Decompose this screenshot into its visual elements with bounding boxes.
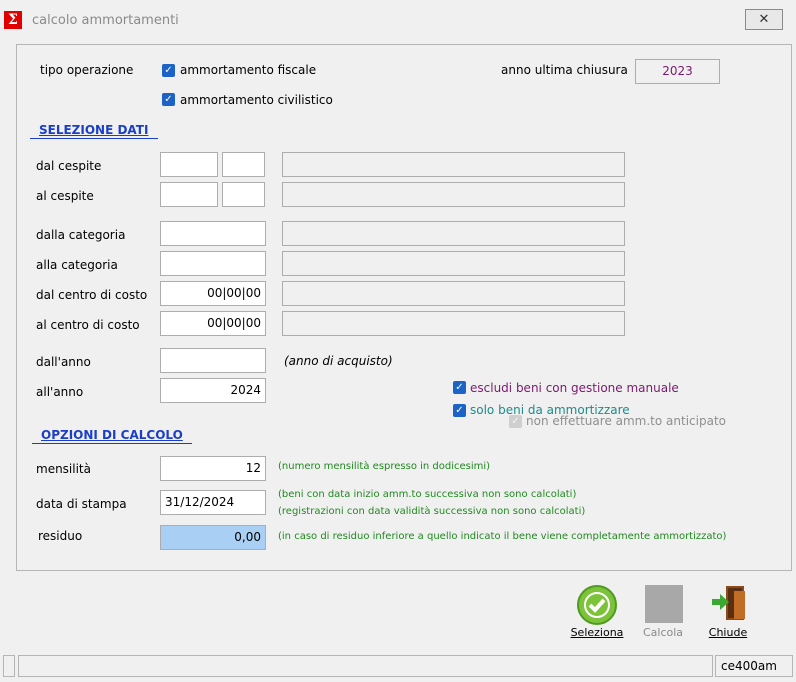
anno-chiusura-label: anno ultima chiusura <box>501 63 628 77</box>
app-icon: Σ <box>4 11 22 29</box>
dalla-categoria-input[interactable] <box>160 221 266 246</box>
fiscale-checkbox[interactable]: ✓ <box>162 64 175 77</box>
exit-door-icon <box>712 586 745 620</box>
data-stampa-note-2: (registrazioni con data validità success… <box>278 506 586 517</box>
chiude-label: Chiude <box>708 626 748 639</box>
solo-ammortizzare-checkbox[interactable]: ✓ <box>453 404 466 417</box>
title-bar: Σ calcolo ammortamenti ✕ <box>0 0 796 40</box>
al-cespite-input-2[interactable] <box>222 182 265 207</box>
al-cespite-input-1[interactable] <box>160 182 218 207</box>
al-cespite-label: al cespite <box>36 189 94 203</box>
escludi-manuale-label: escludi beni con gestione manuale <box>470 381 679 395</box>
status-cell-1 <box>3 655 15 677</box>
dal-centro-costo-input[interactable]: 00|00|00 <box>160 281 266 306</box>
mensilita-label: mensilità <box>36 462 91 476</box>
checkmark-icon <box>584 592 610 618</box>
window-title: calcolo ammortamenti <box>32 13 179 28</box>
selezione-dati-underline <box>30 138 158 139</box>
mensilita-input[interactable]: 12 <box>160 456 266 481</box>
fiscale-label: ammortamento fiscale <box>180 63 317 77</box>
dall-anno-input[interactable] <box>160 348 266 373</box>
al-centro-costo-label: al centro di costo <box>36 318 140 332</box>
dal-cespite-input-2[interactable] <box>222 152 265 177</box>
opzioni-calcolo-underline <box>32 443 192 444</box>
dalla-categoria-label: dalla categoria <box>36 228 126 242</box>
dalla-categoria-description <box>282 221 625 246</box>
dall-anno-label: dall'anno <box>36 355 91 369</box>
anno-chiusura-field: 2023 <box>635 59 720 84</box>
mensilita-note: (numero mensilità espresso in dodicesimi… <box>278 461 491 472</box>
dal-cespite-label: dal cespite <box>36 159 102 173</box>
seleziona-label: Seleziona <box>570 626 624 639</box>
alla-categoria-label: alla categoria <box>36 258 118 272</box>
status-code: ce400am <box>715 655 793 677</box>
seleziona-button[interactable] <box>577 585 617 625</box>
dal-centro-costo-description <box>282 281 625 306</box>
status-bar: ce400am <box>0 653 796 682</box>
escludi-manuale-checkbox[interactable]: ✓ <box>453 381 466 394</box>
all-anno-input[interactable]: 2024 <box>160 378 266 403</box>
opzioni-calcolo-title: OPZIONI DI CALCOLO <box>41 428 183 442</box>
all-anno-label: all'anno <box>36 385 84 399</box>
civilistico-checkbox[interactable]: ✓ <box>162 93 175 106</box>
al-centro-costo-input[interactable]: 00|00|00 <box>160 311 266 336</box>
dal-cespite-input-1[interactable] <box>160 152 218 177</box>
dal-centro-costo-label: dal centro di costo <box>36 288 148 302</box>
al-cespite-description <box>282 182 625 207</box>
anno-acquisto-hint: (anno di acquisto) <box>284 354 393 368</box>
dal-cespite-description <box>282 152 625 177</box>
alla-categoria-input[interactable] <box>160 251 266 276</box>
calcola-label: Calcola <box>642 626 684 639</box>
al-centro-costo-description <box>282 311 625 336</box>
solo-ammortizzare-label: solo beni da ammortizzare <box>470 403 630 417</box>
data-stampa-note-1: (beni con data inizio amm.to successiva … <box>278 489 577 500</box>
residuo-note: (in caso di residuo inferiore a quello i… <box>278 531 727 542</box>
close-button[interactable]: ✕ <box>745 9 783 30</box>
status-cell-2 <box>18 655 713 677</box>
calcola-button[interactable] <box>645 585 683 623</box>
data-stampa-input[interactable]: 31/12/2024 <box>160 490 266 515</box>
selezione-dati-title: SELEZIONE DATI <box>39 123 149 137</box>
residuo-input[interactable]: 0,00 <box>160 525 266 550</box>
alla-categoria-description <box>282 251 625 276</box>
residuo-label: residuo <box>38 529 83 543</box>
data-stampa-label: data di stampa <box>36 497 127 511</box>
civilistico-label: ammortamento civilistico <box>180 93 333 107</box>
chiude-button[interactable] <box>708 583 750 623</box>
close-icon: ✕ <box>758 12 770 27</box>
tipo-operazione-label: tipo operazione <box>40 63 134 77</box>
